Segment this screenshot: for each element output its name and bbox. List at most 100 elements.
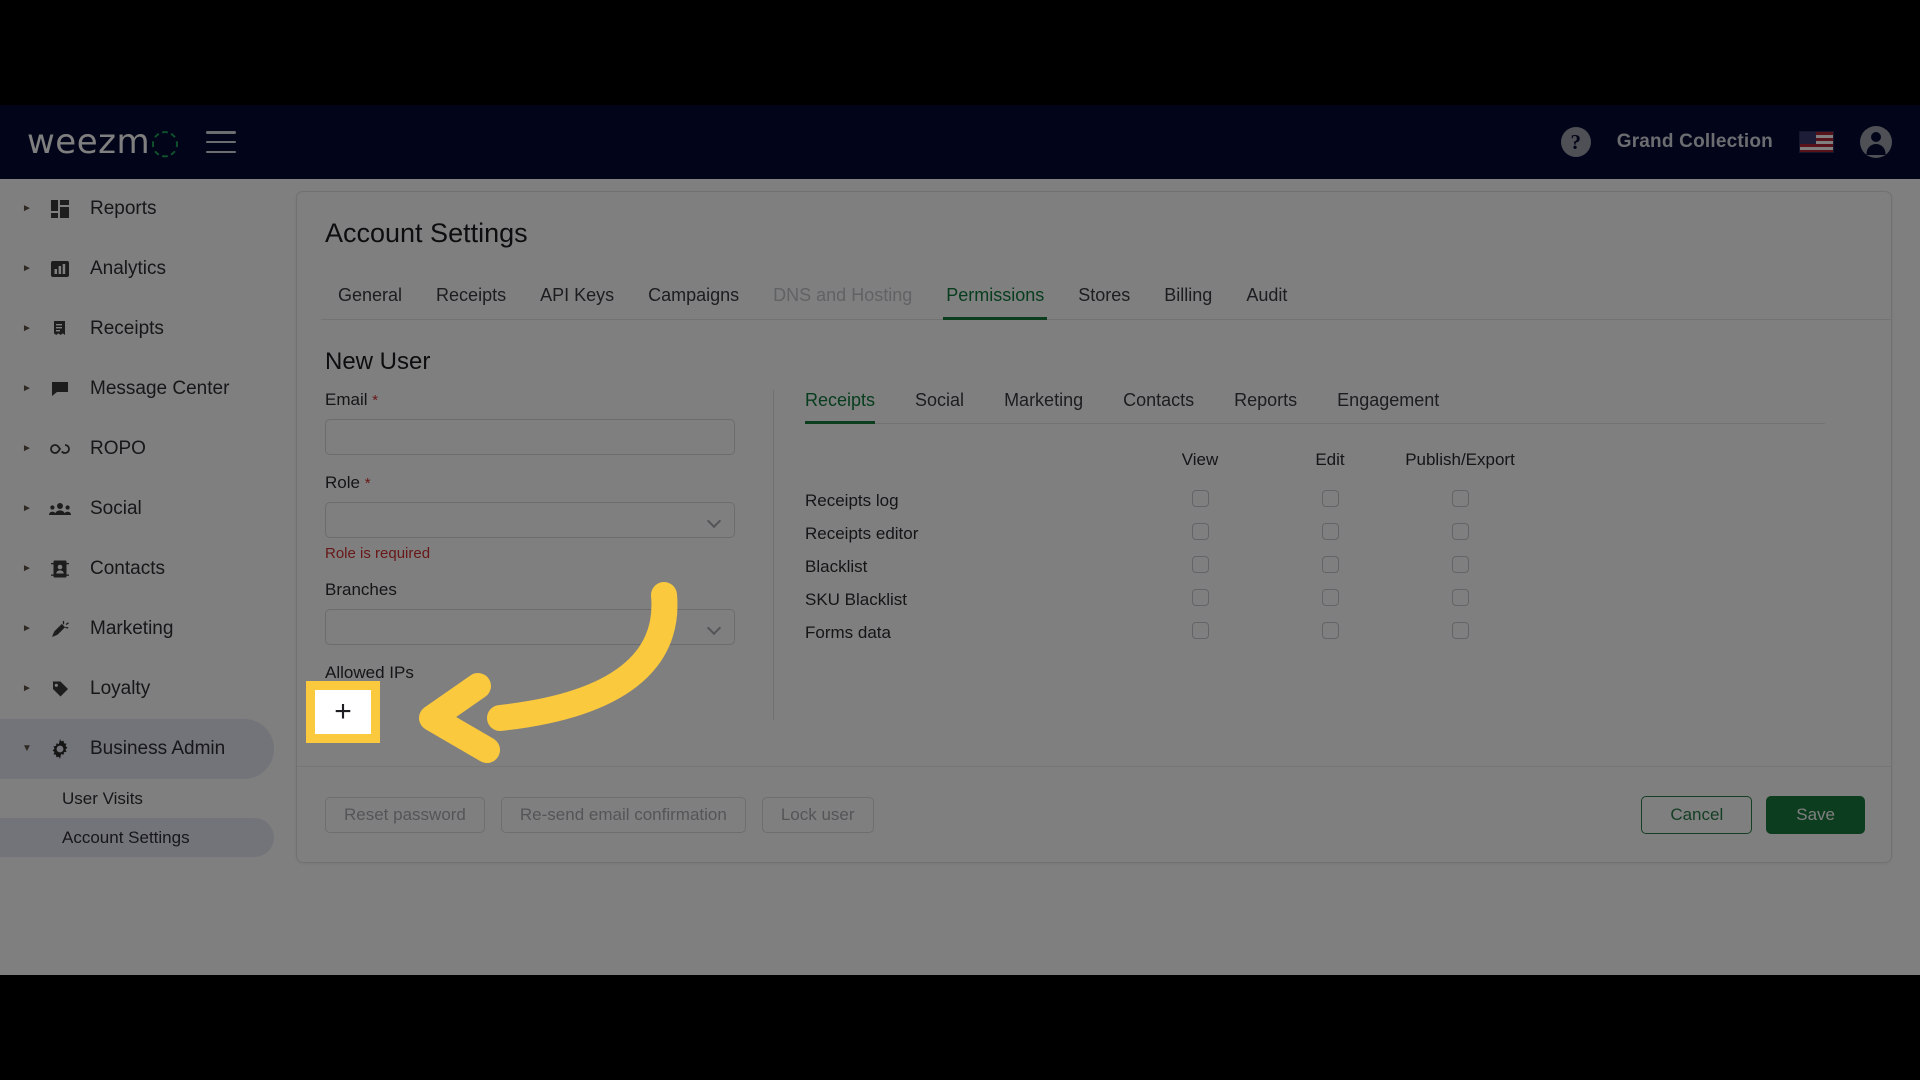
dashboard-icon xyxy=(46,200,74,218)
perm-column-publish-export: Publish/Export xyxy=(1405,450,1515,469)
perm-tab-receipts[interactable]: Receipts xyxy=(805,390,893,424)
sidebar-item-user-visits[interactable]: User Visits xyxy=(0,779,274,818)
tab-receipts[interactable]: Receipts xyxy=(419,285,523,319)
permissions-panel: Receipts Social Marketing Contacts Repor… xyxy=(805,390,1825,744)
perm-tab-social[interactable]: Social xyxy=(915,390,982,423)
perm-row-label: Receipts log xyxy=(805,490,899,510)
checkbox-edit[interactable] xyxy=(1321,621,1339,639)
checkbox-publish[interactable] xyxy=(1451,621,1469,639)
tab-api-keys[interactable]: API Keys xyxy=(523,285,631,319)
sidebar-item-loyalty[interactable]: ► Loyalty xyxy=(0,659,274,719)
checkbox-publish[interactable] xyxy=(1451,522,1469,540)
sidebar-item-label: ROPO xyxy=(90,438,146,459)
perm-cell-publish xyxy=(1395,522,1525,545)
perm-tab-contacts[interactable]: Contacts xyxy=(1123,390,1212,423)
tab-audit[interactable]: Audit xyxy=(1229,285,1304,319)
role-label: Role * xyxy=(325,473,737,493)
resend-email-confirmation-button: Re-send email confirmation xyxy=(500,796,746,833)
branches-label: Branches xyxy=(325,580,397,599)
table-row: Forms data xyxy=(805,616,1525,649)
sidebar-item-reports[interactable]: ► Reports xyxy=(0,179,274,239)
add-allowed-ip-button[interactable]: + xyxy=(325,692,359,726)
role-field-block: Role * Role is required xyxy=(325,473,737,562)
sidebar-item-receipts[interactable]: ► Receipts xyxy=(0,299,274,359)
us-flag-icon[interactable] xyxy=(1799,131,1834,153)
account-name-label: Grand Collection xyxy=(1616,131,1773,152)
checkbox-view[interactable] xyxy=(1191,555,1209,573)
footer-left-actions: Reset password Re-send email confirmatio… xyxy=(325,796,874,833)
sidebar-item-business-admin[interactable]: ▼ Business Admin xyxy=(0,719,274,779)
chevron-right-icon: ► xyxy=(22,563,32,574)
lock-user-button: Lock user xyxy=(761,796,874,833)
tab-campaigns[interactable]: Campaigns xyxy=(631,285,756,319)
perm-tab-marketing[interactable]: Marketing xyxy=(1004,390,1101,423)
table-row: Receipts editor xyxy=(805,517,1525,550)
checkbox-edit[interactable] xyxy=(1321,522,1339,540)
user-avatar-icon[interactable] xyxy=(1860,126,1892,158)
perm-cell-view xyxy=(1135,489,1265,512)
checkbox-edit[interactable] xyxy=(1321,555,1339,573)
perm-cell-view xyxy=(1135,588,1265,611)
checkbox-view[interactable] xyxy=(1191,621,1209,639)
checkbox-view[interactable] xyxy=(1191,522,1209,540)
allowed-ips-label: Allowed IPs xyxy=(325,663,414,682)
new-user-form: Email * Role * Role is required Branches… xyxy=(297,390,737,744)
checkbox-edit[interactable] xyxy=(1321,489,1339,507)
people-icon xyxy=(46,502,74,516)
sidebar-item-message-center[interactable]: ► Message Center xyxy=(0,359,274,419)
sidebar-item-social[interactable]: ► Social xyxy=(0,479,274,539)
tab-stores[interactable]: Stores xyxy=(1061,285,1147,319)
sidebar-item-label: Contacts xyxy=(90,558,165,579)
checkbox-publish[interactable] xyxy=(1451,555,1469,573)
tab-permissions[interactable]: Permissions xyxy=(929,285,1061,320)
sidebar-item-label: Message Center xyxy=(90,378,230,399)
sidebar-item-analytics[interactable]: ► Analytics xyxy=(0,239,274,299)
checkbox-view[interactable] xyxy=(1191,588,1209,606)
card-footer: Reset password Re-send email confirmatio… xyxy=(297,766,1891,862)
application-window: weezm ◌ ? Grand Collection ► Reports ► A… xyxy=(0,105,1920,975)
perm-cell-publish xyxy=(1395,489,1525,512)
screenshot-stage: weezm ◌ ? Grand Collection ► Reports ► A… xyxy=(0,0,1920,1080)
sidebar-item-label: Receipts xyxy=(90,318,164,339)
perm-cell-edit xyxy=(1265,588,1395,611)
tab-general[interactable]: General xyxy=(321,285,419,319)
checkbox-publish[interactable] xyxy=(1451,588,1469,606)
permissions-table-header: View Edit Publish/Export xyxy=(805,450,1525,470)
branches-select[interactable] xyxy=(325,609,735,645)
sidebar-item-contacts[interactable]: ► Contacts xyxy=(0,539,274,599)
email-input[interactable] xyxy=(325,419,735,455)
perm-column-edit: Edit xyxy=(1315,450,1345,469)
help-icon[interactable]: ? xyxy=(1560,127,1591,157)
checkbox-view[interactable] xyxy=(1191,489,1209,507)
cancel-button[interactable]: Cancel xyxy=(1641,795,1753,834)
email-label-text: Email xyxy=(325,390,368,409)
sidebar-item-label: Loyalty xyxy=(90,678,151,699)
sidebar-item-label: Reports xyxy=(90,198,157,219)
hamburger-bar xyxy=(206,131,237,134)
weezmo-logo[interactable]: weezm ◌ xyxy=(27,122,180,162)
checkbox-publish[interactable] xyxy=(1451,489,1469,507)
tab-billing[interactable]: Billing xyxy=(1147,285,1229,319)
perm-tab-reports[interactable]: Reports xyxy=(1234,390,1315,423)
sidebar-item-ropo[interactable]: ► ROPO xyxy=(0,419,274,479)
perm-cell-publish xyxy=(1395,588,1525,611)
perm-cell-view xyxy=(1135,522,1265,545)
role-select[interactable] xyxy=(325,502,735,538)
save-button[interactable]: Save xyxy=(1766,795,1865,834)
perm-tab-engagement[interactable]: Engagement xyxy=(1337,390,1457,423)
sidebar-item-account-settings[interactable]: Account Settings xyxy=(0,818,274,857)
permission-category-tabs: Receipts Social Marketing Contacts Repor… xyxy=(805,390,1825,424)
new-user-heading: New User xyxy=(325,348,431,375)
perm-cell-publish xyxy=(1395,555,1525,578)
checkbox-edit[interactable] xyxy=(1321,588,1339,606)
hamburger-menu-icon[interactable] xyxy=(206,131,237,153)
perm-cell-view xyxy=(1135,621,1265,644)
sidebar-item-label: Business Admin xyxy=(90,738,226,759)
table-row: SKU Blacklist xyxy=(805,583,1525,616)
perm-row-label: Blacklist xyxy=(805,556,868,576)
perm-cell-publish xyxy=(1395,621,1525,644)
sidebar-item-marketing[interactable]: ► Marketing xyxy=(0,599,274,659)
sidebar-item-label: Social xyxy=(90,498,142,519)
settings-tab-bar: General Receipts API Keys Campaigns DNS … xyxy=(321,285,1891,320)
hamburger-bar xyxy=(206,140,237,144)
